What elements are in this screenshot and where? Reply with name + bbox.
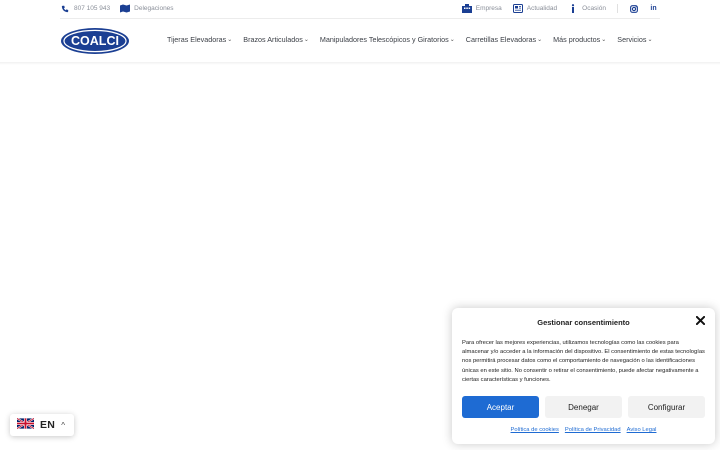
chevron-down-icon: ⌄ — [227, 37, 233, 43]
nav-label: Servicios — [617, 35, 647, 44]
cookie-policy-link[interactable]: Política de cookies — [511, 427, 559, 433]
cookie-dialog-buttons: Aceptar Denegar Configurar — [462, 396, 705, 418]
empresa-label: Empresa — [475, 5, 502, 12]
language-code: EN — [40, 419, 56, 431]
nav-label: Más productos — [553, 35, 601, 44]
delegaciones-link[interactable]: Delegaciones — [120, 4, 174, 13]
phone-link[interactable]: 807 105 943 — [60, 4, 110, 13]
nav-carretillas-elevadoras[interactable]: Carretillas Elevadoras ⌄ — [460, 35, 547, 44]
language-switcher[interactable]: EN ^ — [10, 414, 74, 436]
cookie-dialog-title: Gestionar consentimiento — [537, 318, 630, 327]
ocasion-link[interactable]: Ocasión — [568, 4, 606, 13]
top-bar-left: 807 105 943 Delegaciones — [60, 4, 174, 13]
top-bar-right: Empresa Actualidad Ocasión in — [461, 4, 658, 13]
nav-label: Brazos Articulados — [243, 35, 303, 44]
cookie-dialog-body: Para ofrecer las mejores experiencias, u… — [462, 340, 705, 383]
uk-flag-icon — [16, 416, 35, 434]
building-icon — [461, 4, 472, 13]
deny-button[interactable]: Denegar — [545, 396, 622, 418]
main-nav: Tijeras Elevadoras ⌄ Brazos Articulados ⌄ … — [161, 35, 658, 44]
delegaciones-label: Delegaciones — [134, 5, 174, 12]
topbar-divider — [617, 4, 618, 13]
phone-number: 807 105 943 — [74, 5, 111, 12]
coalci-logo[interactable]: COALCI — [60, 27, 130, 55]
nav-servicios[interactable]: Servicios ⌄ — [612, 35, 658, 44]
linkedin-icon[interactable]: in — [649, 4, 658, 13]
nav-label: Tijeras Elevadoras — [166, 35, 227, 44]
nav-manipuladores[interactable]: Manipuladores Telescópicos y Giratorios ⌄ — [314, 35, 460, 44]
chevron-down-icon: ⌄ — [537, 37, 543, 43]
close-icon[interactable] — [695, 315, 706, 328]
cookie-consent-dialog: Gestionar consentimiento Para ofrecer la… — [452, 308, 715, 444]
main-header: COALCI Tijeras Elevadoras ⌄ Brazos Articu… — [0, 19, 720, 63]
chevron-down-icon: ⌄ — [647, 37, 653, 43]
configure-button[interactable]: Configurar — [628, 396, 705, 418]
top-bar: 807 105 943 Delegaciones Empresa Actuali… — [0, 0, 720, 18]
chevron-down-icon: ⌄ — [303, 37, 309, 43]
nav-brazos-articulados[interactable]: Brazos Articulados ⌄ — [238, 35, 315, 44]
phone-icon — [60, 4, 70, 13]
header-shadow — [0, 62, 720, 65]
ocasion-label: Ocasión — [582, 5, 606, 12]
logo-text: COALCI — [71, 34, 119, 48]
chevron-down-icon: ⌄ — [601, 37, 607, 43]
chevron-down-icon: ⌄ — [449, 37, 455, 43]
empresa-link[interactable]: Empresa — [461, 4, 502, 13]
nav-mas-productos[interactable]: Más productos ⌄ — [548, 35, 612, 44]
nav-label: Carretillas Elevadoras — [465, 35, 537, 44]
map-icon — [120, 4, 131, 13]
info-icon — [568, 4, 578, 13]
nav-tijeras-elevadoras[interactable]: Tijeras Elevadoras ⌄ — [161, 35, 237, 44]
legal-notice-link[interactable]: Aviso Legal — [627, 427, 657, 433]
accept-button[interactable]: Aceptar — [462, 396, 539, 418]
privacy-policy-link[interactable]: Política de Privacidad — [565, 427, 621, 433]
chevron-up-icon: ^ — [61, 420, 65, 430]
instagram-icon[interactable] — [629, 4, 638, 13]
cookie-dialog-links: Política de cookies Política de Privacid… — [452, 427, 715, 433]
actualidad-link[interactable]: Actualidad — [512, 4, 558, 13]
actualidad-label: Actualidad — [526, 5, 558, 12]
nav-label: Manipuladores Telescópicos y Giratorios — [319, 35, 449, 44]
newspaper-icon — [512, 4, 523, 13]
